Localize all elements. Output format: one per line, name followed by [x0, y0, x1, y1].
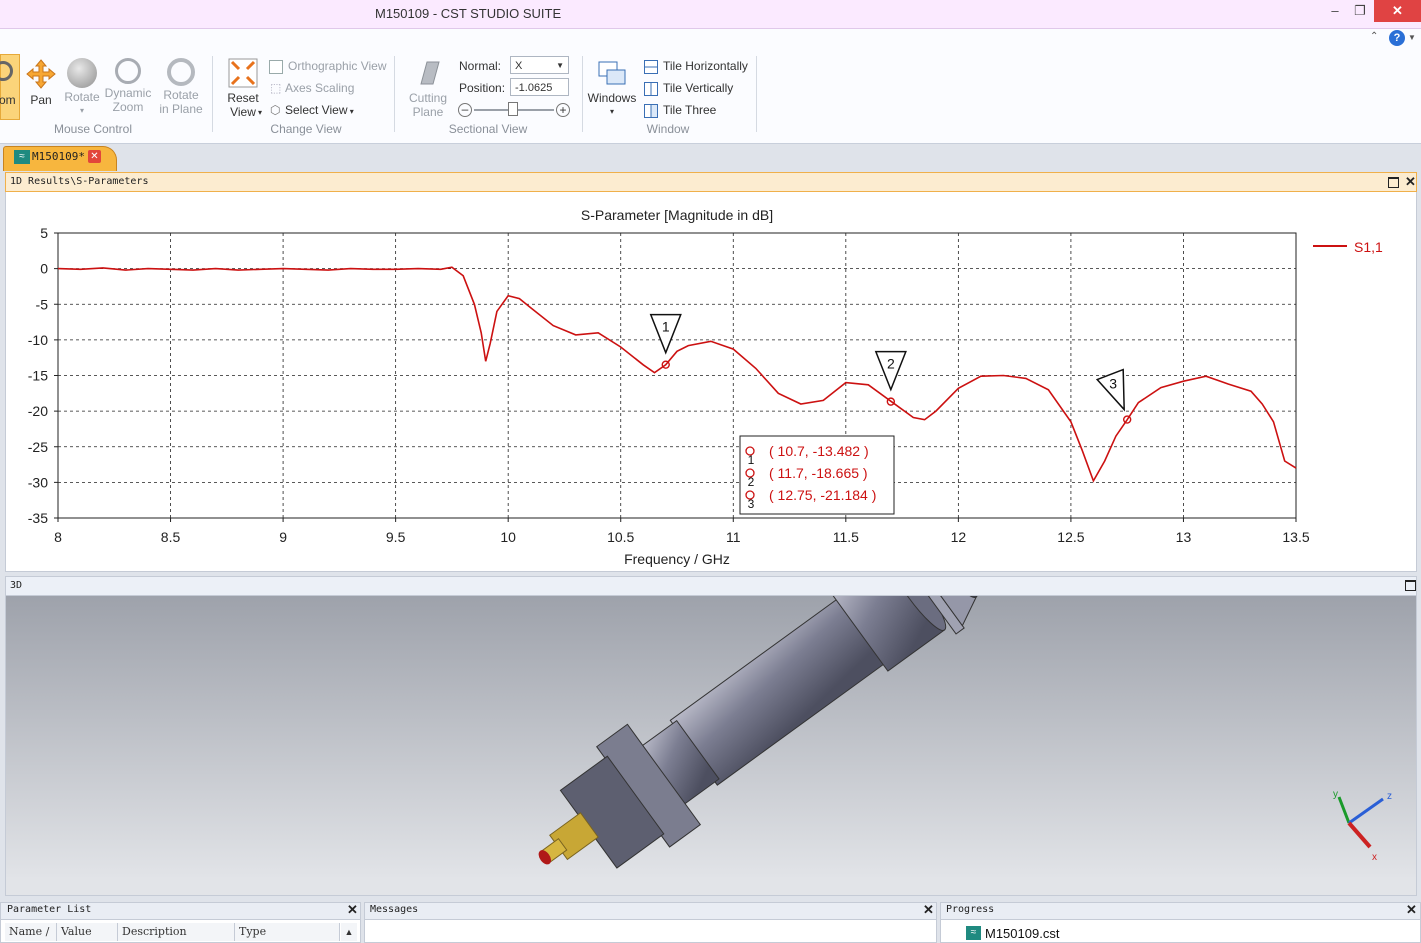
- x-tick-label: 10: [500, 529, 516, 545]
- readout-marker-number: 1: [748, 453, 755, 467]
- readout-value: ( 12.75, -21.184 ): [769, 487, 876, 503]
- progress-title: Progress: [946, 904, 995, 915]
- close-panel-icon[interactable]: ✕: [347, 902, 358, 918]
- messages-title: Messages: [370, 904, 419, 915]
- s-parameter-chart: S-Parameter [Magnitude in dB] 8 8.5 9 9.5 10…: [28, 207, 1383, 567]
- readout-marker-number: 2: [748, 475, 755, 489]
- column-header-description[interactable]: Description: [118, 923, 235, 941]
- column-header-name[interactable]: Name /: [5, 923, 57, 941]
- y-tick-label: -15: [28, 368, 48, 384]
- legend-label: S1,1: [1354, 239, 1383, 255]
- y-tick-label: -35: [28, 510, 48, 526]
- marker-flag-label: 3: [1109, 376, 1117, 392]
- chart-title: S-Parameter [Magnitude in dB]: [581, 207, 773, 223]
- close-panel-icon[interactable]: ✕: [1406, 902, 1417, 918]
- readout-value: ( 10.7, -13.482 ): [769, 443, 869, 459]
- y-tick-label: -30: [28, 474, 48, 490]
- readout-marker-number: 3: [748, 497, 755, 511]
- x-tick-label: 13.5: [1282, 529, 1309, 545]
- view3d-panel-title: 3D: [10, 580, 23, 591]
- x-tick-label: 9: [279, 529, 287, 545]
- axis-y-label: y: [1333, 789, 1338, 800]
- x-tick-label: 10.5: [607, 529, 634, 545]
- x-tick-label: 11.5: [833, 529, 859, 545]
- messages-header: [364, 902, 937, 920]
- y-tick-label: -20: [28, 403, 48, 419]
- x-tick-label: 8: [54, 529, 62, 545]
- column-header-value[interactable]: Value: [57, 923, 118, 941]
- y-tick-label: 0: [40, 261, 48, 277]
- y-tick-labels: 5 0 -5 -10 -15 -20 -25 -30 -35: [28, 225, 48, 526]
- marker-readout-box: 1 ( 10.7, -13.482 ) 2 ( 11.7, -18.665 ) 3 ( 1…: [739, 435, 895, 515]
- parameter-list-title: Parameter List: [7, 904, 92, 915]
- y-tick-label: -5: [36, 296, 49, 312]
- y-tick-label: -25: [28, 439, 48, 455]
- x-tick-label: 12: [951, 529, 967, 545]
- x-tick-labels: 8 8.5 9 9.5 10 10.5 11 11.5 12 12.5 13 13.5: [54, 529, 1310, 545]
- x-tick-label: 9.5: [386, 529, 406, 545]
- progress-item: M150109.cst: [985, 926, 1060, 941]
- y-tick-label: -10: [28, 332, 48, 348]
- scroll-up-icon[interactable]: ▲: [341, 923, 357, 941]
- close-panel-icon[interactable]: ✕: [923, 902, 934, 918]
- readout-value: ( 11.7, -18.665 ): [769, 465, 868, 481]
- marker-flag-label: 1: [662, 319, 670, 335]
- maximize-panel-icon[interactable]: [1405, 580, 1416, 591]
- horn-antenna-model: [538, 596, 978, 869]
- x-tick-label: 11: [726, 529, 741, 545]
- project-file-icon: ≈: [966, 926, 981, 940]
- progress-header: [940, 902, 1421, 920]
- y-tick-label: 5: [40, 225, 48, 241]
- column-header-type[interactable]: Type: [235, 923, 340, 941]
- view3d-panel-header: [5, 576, 1417, 596]
- axis-x-label: x: [1372, 852, 1377, 863]
- x-tick-label: 8.5: [161, 529, 181, 545]
- x-tick-label: 12.5: [1057, 529, 1084, 545]
- x-tick-label: 13: [1176, 529, 1192, 545]
- axes-gizmo: y z x: [1333, 789, 1392, 863]
- axis-z-label: z: [1387, 791, 1392, 802]
- messages-panel: [364, 920, 937, 943]
- x-axis-label: Frequency / GHz: [624, 551, 730, 567]
- marker-flag-label: 2: [887, 356, 895, 372]
